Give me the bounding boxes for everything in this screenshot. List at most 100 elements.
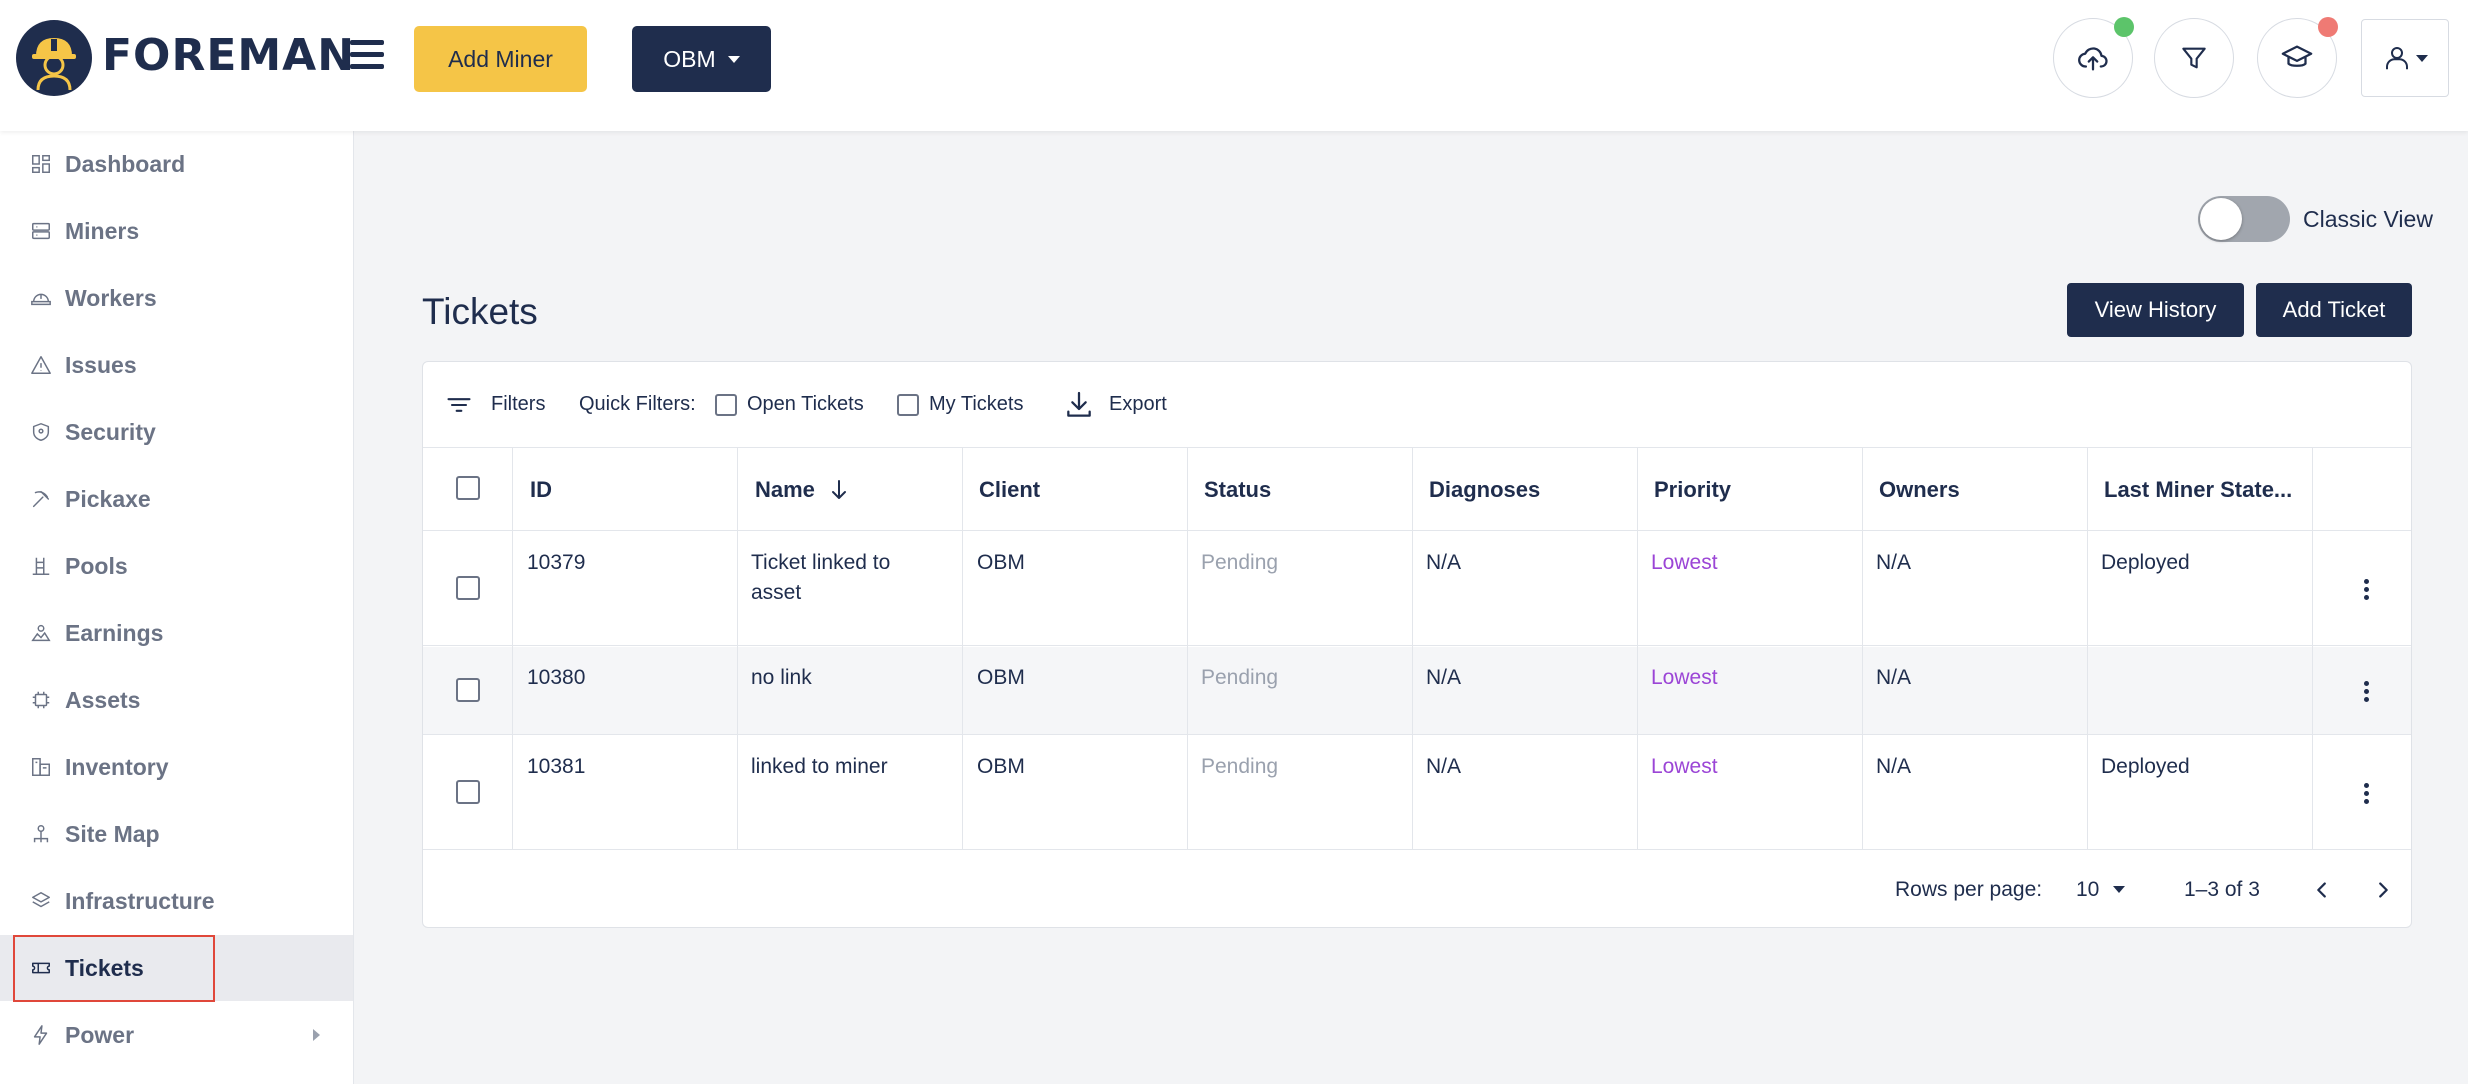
rows-per-page-value: 10 [2076, 877, 2100, 901]
my-tickets-filter[interactable]: My Tickets [897, 362, 1023, 447]
column-header-id[interactable]: ID [530, 448, 552, 532]
table-row[interactable]: 10381 linked to miner OBM Pending N/A Lo… [423, 736, 2411, 850]
my-tickets-label: My Tickets [929, 393, 1024, 415]
sidebar-item-label: Workers [65, 284, 157, 311]
sidebar-item-dashboard[interactable]: Dashboard [0, 131, 353, 197]
warning-icon [31, 356, 51, 374]
open-tickets-filter[interactable]: Open Tickets [715, 362, 864, 447]
client-select-label: OBM [663, 45, 716, 72]
sidebar-item-pools[interactable]: Pools [0, 533, 353, 599]
sidebar-item-power[interactable]: Power [0, 1002, 353, 1068]
column-header-priority[interactable]: Priority [1654, 448, 1731, 532]
cell-owners: N/A [1876, 551, 1912, 574]
filters-label: Filters [491, 393, 546, 415]
row-actions-icon[interactable] [2364, 780, 2370, 807]
sidebar-item-label: Pickaxe [65, 485, 151, 512]
cell-diagnoses: N/A [1426, 755, 1462, 778]
upload-status-button[interactable] [2053, 17, 2134, 98]
cell-last-miner-state: Deployed [2101, 551, 2190, 574]
classic-view-toggle[interactable] [2198, 196, 2290, 242]
sidebar-item-issues[interactable]: Issues [0, 332, 353, 398]
sidebar-item-miners[interactable]: Miners [0, 198, 353, 264]
cell-status: Pending [1201, 666, 1279, 689]
sidebar-item-label: Power [65, 1021, 135, 1048]
sidebar-item-tickets[interactable]: Tickets [0, 935, 353, 1002]
my-tickets-checkbox[interactable] [897, 393, 919, 416]
foreman-logo-icon[interactable] [16, 20, 92, 96]
column-header-name-label: Name [755, 477, 815, 502]
column-divider [2087, 447, 2088, 850]
tickets-table-card: Filters Quick Filters: Open Tickets My T… [422, 361, 2412, 928]
open-tickets-checkbox[interactable] [715, 393, 737, 416]
cell-id: 10379 [527, 551, 586, 574]
sidebar-item-security[interactable]: Security [0, 399, 353, 465]
sidebar-item-label: Pools [65, 552, 128, 579]
column-header-name[interactable]: Name [755, 448, 849, 532]
sidebar-item-workers[interactable]: Workers [0, 265, 353, 331]
column-divider [1187, 447, 1188, 850]
sidebar-item-label: Infrastructure [65, 887, 215, 914]
miners-icon [32, 222, 50, 240]
cell-client: OBM [977, 666, 1025, 689]
cell-client: OBM [977, 755, 1025, 778]
export-button[interactable]: Export [1063, 362, 1167, 447]
column-header-last-miner-state[interactable]: Last Miner State... [2104, 448, 2292, 532]
menu-toggle-icon[interactable] [350, 38, 386, 72]
open-tickets-label: Open Tickets [747, 393, 864, 415]
pagination-range: 1–3 of 3 [2184, 877, 2260, 901]
cell-priority: Lowest [1651, 666, 1718, 689]
table-toolbar: Filters Quick Filters: Open Tickets My T… [423, 362, 2411, 447]
academy-button[interactable] [2257, 17, 2338, 98]
caret-down-icon [2416, 54, 2428, 62]
sidebar-item-pickaxe[interactable]: Pickaxe [0, 466, 353, 532]
sidebar-item-label: Issues [65, 351, 137, 378]
sidebar-item-earnings[interactable]: Earnings [0, 600, 353, 666]
chevron-right-icon [313, 1029, 320, 1041]
row-actions-icon[interactable] [2364, 678, 2370, 705]
column-header-diagnoses[interactable]: Diagnoses [1429, 448, 1540, 532]
arrow-down-icon [831, 480, 846, 499]
select-all-checkbox[interactable] [456, 476, 480, 500]
sidebar-item-inventory[interactable]: Inventory [0, 734, 353, 800]
rows-per-page-select[interactable]: 10 [2076, 877, 2126, 902]
caret-down-icon [2113, 886, 2126, 893]
row-checkbox[interactable] [456, 576, 480, 600]
download-icon [1067, 391, 1091, 417]
row-checkbox[interactable] [456, 780, 480, 804]
sidebar-item-infrastructure[interactable]: Infrastructure [0, 868, 353, 934]
sidebar-item-label: Dashboard [65, 150, 186, 177]
top-header: FOREMAN Add Miner OBM [0, 0, 2468, 131]
user-menu-button[interactable] [2361, 19, 2449, 97]
academy-notification-dot [2318, 17, 2338, 37]
add-miner-button[interactable]: Add Miner [414, 26, 587, 92]
column-divider [737, 447, 738, 850]
column-header-status[interactable]: Status [1204, 448, 1271, 532]
row-actions-icon[interactable] [2364, 576, 2370, 603]
column-divider [1862, 447, 1863, 850]
sidebar-item-label: Assets [65, 686, 141, 713]
sidebar-item-site-map[interactable]: Site Map [0, 801, 353, 867]
add-ticket-button[interactable]: Add Ticket [2256, 283, 2412, 337]
classic-view-label: Classic View [2303, 206, 2433, 232]
table-row[interactable]: 10380 no link OBM Pending N/A Lowest N/A [423, 647, 2411, 735]
column-header-owners[interactable]: Owners [1879, 448, 1960, 532]
table-header-row: ID Name Client Status Diagnoses Priority… [423, 447, 2411, 531]
client-select-button[interactable]: OBM [632, 26, 771, 92]
column-header-client[interactable]: Client [979, 448, 1040, 532]
cell-id: 10380 [527, 666, 586, 689]
toggle-knob [2200, 198, 2242, 240]
filter-button[interactable] [2154, 18, 2234, 98]
cell-priority: Lowest [1651, 551, 1718, 574]
table-row[interactable]: 10379 Ticket linked to asset OBM Pending… [423, 532, 2411, 646]
row-checkbox[interactable] [456, 678, 480, 702]
chevron-left-icon[interactable] [2311, 879, 2333, 901]
logo-wordmark: FOREMAN [102, 30, 356, 81]
chevron-right-icon[interactable] [2372, 879, 2394, 901]
cell-priority: Lowest [1651, 755, 1718, 778]
dashboard-icon [32, 155, 50, 173]
layers-icon [32, 892, 50, 908]
filters-button[interactable]: Filters [445, 362, 545, 447]
cell-diagnoses: N/A [1426, 551, 1462, 574]
sidebar-item-assets[interactable]: Assets [0, 667, 353, 733]
view-history-button[interactable]: View History [2067, 283, 2244, 337]
